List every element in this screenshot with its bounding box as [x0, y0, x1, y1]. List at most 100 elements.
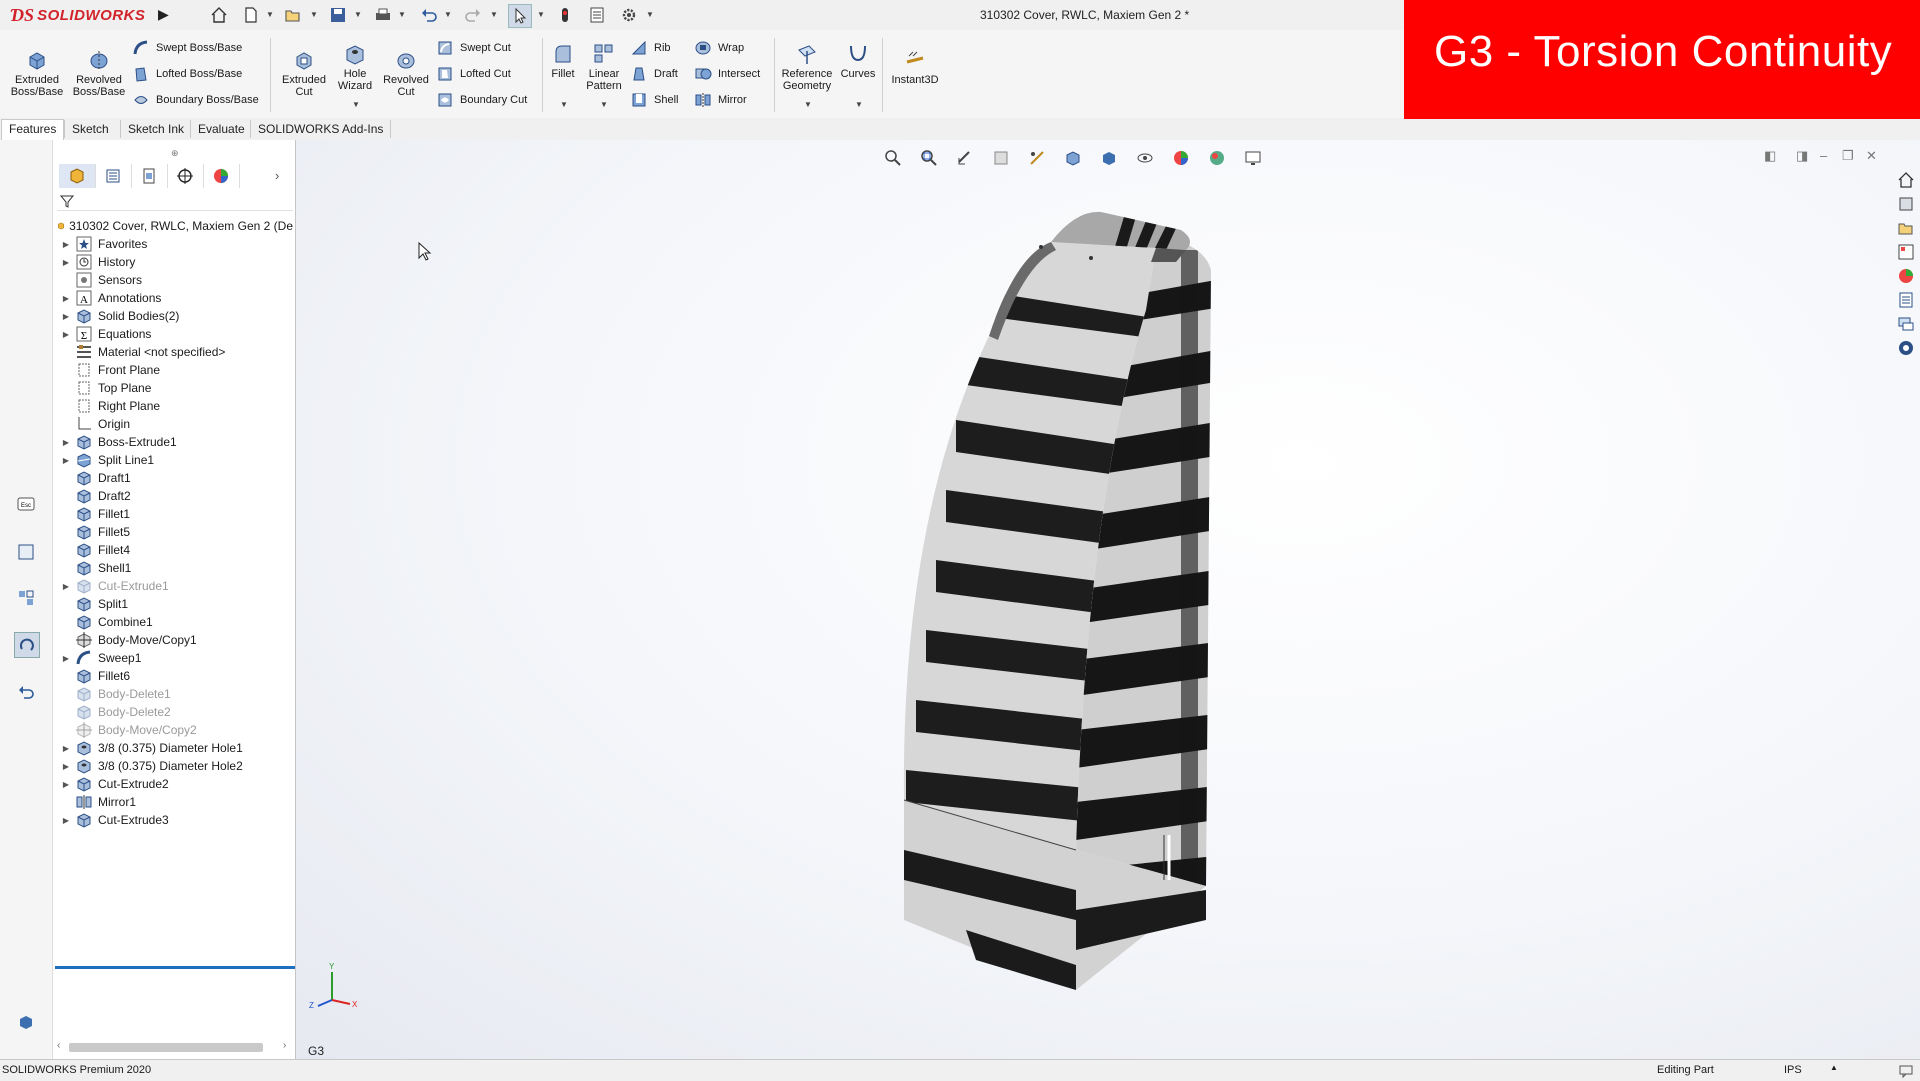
expand-arrow-icon[interactable]: ▶: [59, 780, 73, 789]
3dexperience-icon[interactable]: [1896, 338, 1916, 358]
chevron-right-icon[interactable]: ›: [275, 168, 279, 183]
expand-arrow-icon[interactable]: ▶: [59, 762, 73, 771]
menu-expand-arrow-icon[interactable]: ▶: [158, 6, 170, 24]
dynamic-annotation-icon[interactable]: [1024, 147, 1050, 169]
solidworks-logo[interactable]: ƊS SOLIDWORKS: [10, 4, 152, 26]
feature-tree-node[interactable]: ▶ Split Line1: [53, 451, 293, 469]
expand-arrow-icon[interactable]: ▶: [59, 654, 73, 663]
options-icon[interactable]: [618, 4, 640, 26]
scrollbar-thumb[interactable]: [69, 1043, 263, 1052]
chevron-down-icon[interactable]: ▼: [444, 10, 452, 19]
feature-tree-node[interactable]: Top Plane: [53, 379, 293, 397]
feature-tree-node[interactable]: Draft2: [53, 487, 293, 505]
expand-arrow-icon[interactable]: ▶: [59, 240, 73, 249]
design-library-icon[interactable]: [1896, 194, 1916, 214]
appearances-icon[interactable]: [1896, 266, 1916, 286]
feature-tree-node[interactable]: Right Plane: [53, 397, 293, 415]
print-icon[interactable]: [372, 4, 394, 26]
chevron-down-icon[interactable]: ▼: [646, 10, 654, 19]
boundary-boss-button[interactable]: Boundary Boss/Base: [132, 90, 259, 110]
edit-appearance-icon[interactable]: [1168, 147, 1194, 169]
feature-tree-node[interactable]: Body-Delete1: [53, 685, 293, 703]
display-style-icon[interactable]: [1096, 147, 1122, 169]
feature-tree-node[interactable]: Body-Move/Copy2: [53, 721, 293, 739]
feature-tree-node[interactable]: ▶ Favorites: [53, 235, 293, 253]
expand-arrow-icon[interactable]: ▶: [59, 330, 73, 339]
expand-arrow-icon[interactable]: ▶: [59, 744, 73, 753]
zoom-to-fit-icon[interactable]: [880, 147, 906, 169]
feature-tree-node[interactable]: Fillet6: [53, 667, 293, 685]
extruded-cut-button[interactable]: Extruded Cut: [277, 48, 331, 98]
extruded-boss-button[interactable]: Extruded Boss/Base: [8, 48, 66, 98]
redo-icon[interactable]: [462, 4, 484, 26]
file-explorer-icon[interactable]: [1896, 218, 1916, 238]
feature-tree-node[interactable]: ▶ Σ Equations: [53, 325, 293, 343]
instant3d-button[interactable]: Instant3D: [886, 48, 944, 86]
feature-tree-node[interactable]: Shell1: [53, 559, 293, 577]
hole-wizard-button[interactable]: Hole Wizard: [328, 42, 382, 92]
expand-arrow-icon[interactable]: ▶: [59, 816, 73, 825]
feature-tree-node[interactable]: ▶ 3/8 (0.375) Diameter Hole2: [53, 757, 293, 775]
chevron-down-icon[interactable]: ▼: [855, 100, 863, 109]
boundary-cut-button[interactable]: Boundary Cut: [436, 90, 527, 110]
feature-tree-node[interactable]: Front Plane: [53, 361, 293, 379]
feature-tree-node[interactable]: Split1: [53, 595, 293, 613]
display-manager-tab-icon[interactable]: [203, 164, 240, 188]
feature-tree-node[interactable]: ▶ Sweep1: [53, 649, 293, 667]
graphics-area[interactable]: ◧ ◨ – ❐ ✕ Y X Z G3: [296, 140, 1920, 1059]
dimxpert-tab-icon[interactable]: [167, 164, 204, 188]
swept-cut-button[interactable]: Swept Cut: [436, 38, 511, 58]
scroll-right-icon[interactable]: ›: [283, 1040, 286, 1051]
tile-left-icon[interactable]: ◧: [1764, 148, 1776, 164]
tab-sketch-ink[interactable]: Sketch Ink: [120, 120, 191, 138]
undo-icon[interactable]: [418, 4, 440, 26]
feature-tree-node[interactable]: ▶ Cut-Extrude3: [53, 811, 293, 829]
feature-tree-node[interactable]: ▶ Cut-Extrude2: [53, 775, 293, 793]
chat-icon[interactable]: [1898, 1063, 1914, 1079]
chevron-down-icon[interactable]: ▼: [266, 10, 274, 19]
feature-tree-node[interactable]: ▶ History: [53, 253, 293, 271]
expand-arrow-icon[interactable]: ▶: [59, 258, 73, 267]
apply-scene-icon[interactable]: [1204, 147, 1230, 169]
solidworks-forum-icon[interactable]: [1896, 314, 1916, 334]
chevron-down-icon[interactable]: ▼: [600, 100, 608, 109]
custom-properties-icon[interactable]: [1896, 290, 1916, 310]
draft-button[interactable]: Draft: [630, 64, 678, 84]
tile-right-icon[interactable]: ◨: [1796, 148, 1808, 164]
expand-arrow-icon[interactable]: ▶: [59, 438, 73, 447]
chevron-down-icon[interactable]: ▼: [560, 100, 568, 109]
lofted-boss-button[interactable]: Lofted Boss/Base: [132, 64, 242, 84]
feature-tree-node[interactable]: Draft1: [53, 469, 293, 487]
shortcut-toolbar-icon[interactable]: [14, 540, 38, 564]
part-model-zebra-stripes[interactable]: [876, 190, 1296, 990]
configuration-manager-tab-icon[interactable]: [131, 164, 168, 188]
chevron-down-icon[interactable]: ▼: [354, 10, 362, 19]
lofted-cut-button[interactable]: Lofted Cut: [436, 64, 511, 84]
unit-system-selector[interactable]: IPS: [1784, 1064, 1802, 1076]
zoom-to-area-icon[interactable]: [916, 147, 942, 169]
file-properties-icon[interactable]: [586, 4, 608, 26]
rotate-view-icon[interactable]: [14, 632, 40, 658]
shell-button[interactable]: Shell: [630, 90, 678, 110]
chevron-down-icon[interactable]: ▼: [398, 10, 406, 19]
feature-tree-node[interactable]: Origin: [53, 415, 293, 433]
feature-tree-node[interactable]: Material <not specified>: [53, 343, 293, 361]
display-pane-icon[interactable]: [14, 1010, 38, 1034]
select-icon[interactable]: [508, 4, 532, 28]
chevron-up-icon[interactable]: ▲: [1830, 1063, 1838, 1072]
minimize-icon[interactable]: –: [1820, 148, 1827, 163]
expand-arrow-icon[interactable]: ▶: [59, 582, 73, 591]
escape-icon[interactable]: Esc: [14, 492, 38, 516]
fillet-button[interactable]: Fillet: [548, 42, 578, 80]
reference-geometry-button[interactable]: Reference Geometry: [778, 42, 836, 92]
feature-tree-node[interactable]: Fillet4: [53, 541, 293, 559]
previous-view-icon[interactable]: [952, 147, 978, 169]
feature-tree-node[interactable]: ▶ A Annotations: [53, 289, 293, 307]
feature-tree-node[interactable]: Fillet1: [53, 505, 293, 523]
rebuild-icon[interactable]: [554, 4, 576, 26]
restore-icon[interactable]: ❐: [1842, 148, 1854, 164]
chevron-down-icon[interactable]: ▼: [804, 100, 812, 109]
section-view-icon[interactable]: [988, 147, 1014, 169]
feature-tree-node[interactable]: Body-Delete2: [53, 703, 293, 721]
feature-tree-node[interactable]: Combine1: [53, 613, 293, 631]
